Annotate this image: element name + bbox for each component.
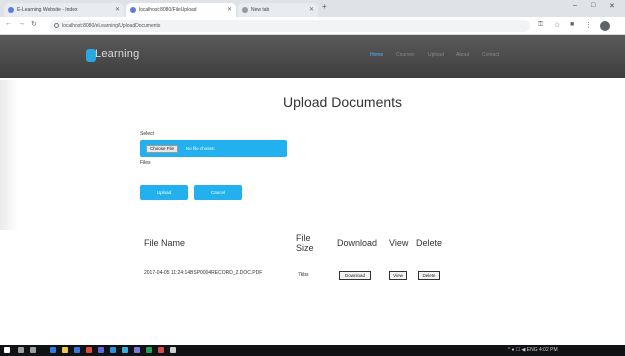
task-view-icon[interactable] [30, 347, 36, 353]
file-size-cell: 7kbs [298, 272, 309, 278]
screen: E-Learning Website - Index ✕ localhost:8… [0, 0, 625, 356]
app-icon[interactable] [110, 347, 116, 353]
star-icon[interactable]: ☆ [554, 21, 560, 29]
no-file-chosen-text: No file chosen [186, 146, 215, 151]
logo-text[interactable]: Learning [95, 48, 139, 60]
app-icon[interactable] [158, 347, 164, 353]
app-icon[interactable] [170, 347, 176, 353]
profile-avatar[interactable] [600, 21, 610, 31]
file-picker[interactable]: Choose File No file chosen [140, 140, 287, 157]
start-icon[interactable] [4, 347, 10, 353]
column-header-delete: Delete [416, 238, 443, 248]
folder-icon[interactable] [62, 347, 68, 353]
forward-button[interactable]: → [18, 20, 25, 27]
chrome-icon[interactable] [86, 347, 92, 353]
favicon-icon [242, 7, 248, 13]
browser-tab-active[interactable]: localhost:8080/FileUpload ✕ [126, 3, 236, 17]
nav-link-home[interactable]: Home [370, 52, 383, 58]
download-button[interactable]: Download [339, 271, 371, 280]
close-icon[interactable]: ✕ [227, 3, 232, 17]
site-header: Learning Home Courses Upload About Conta… [0, 35, 625, 78]
key-icon[interactable]: ⚿ [538, 21, 543, 29]
close-window-button[interactable]: ✕ [609, 2, 615, 10]
favicon-icon [130, 7, 136, 13]
address-bar[interactable]: localhost:8080/eLearning/UploadDocuments [50, 20, 530, 32]
store-icon[interactable] [74, 347, 80, 353]
files-label: Files [140, 160, 151, 166]
column-header-file-size: File Size [296, 233, 314, 253]
browser-tab[interactable]: E-Learning Website - Index ✕ [4, 3, 124, 17]
column-header-file-name: File Name [144, 238, 186, 248]
close-icon[interactable]: ✕ [115, 3, 120, 17]
reload-button[interactable]: ↻ [31, 20, 37, 28]
minimize-button[interactable]: – [573, 2, 577, 9]
view-button[interactable]: View [389, 271, 407, 280]
app-icon[interactable] [122, 347, 128, 353]
back-button[interactable]: ← [5, 20, 12, 27]
maximize-button[interactable]: □ [591, 2, 595, 9]
app-icon[interactable] [98, 347, 104, 353]
new-tab-button[interactable]: + [322, 2, 327, 11]
app-icon[interactable] [146, 347, 152, 353]
browser-tab-strip: E-Learning Website - Index ✕ localhost:8… [0, 0, 625, 17]
nav-link-upload[interactable]: Upload [428, 52, 444, 58]
close-icon[interactable]: ✕ [309, 3, 314, 17]
nav-link-contact[interactable]: Contact [482, 52, 499, 58]
taskbar: ^ ♦ ☐ ◀ ENG 4:02 PM [0, 345, 625, 356]
tab-title: localhost:8080/FileUpload [139, 7, 197, 13]
cancel-button[interactable]: Cancel [194, 185, 242, 200]
tab-title: New tab [251, 7, 270, 13]
nav-link-about[interactable]: About [456, 52, 469, 58]
column-header-view: View [389, 238, 409, 248]
search-icon[interactable] [18, 347, 24, 353]
nav-link-courses[interactable]: Courses [396, 52, 415, 58]
edge-icon[interactable] [50, 347, 56, 353]
tab-title: E-Learning Website - Index [17, 7, 78, 13]
upload-label: Select [140, 131, 154, 137]
page-title: Upload Documents [282, 94, 403, 110]
app-icon[interactable] [134, 347, 140, 353]
browser-toolbar: ← → ↻ localhost:8080/eLearning/UploadDoc… [0, 17, 625, 35]
file-name-cell: 2017-04-05 11:24:14BSP0004RECORD_2.DOC.P… [144, 270, 263, 276]
column-header-download: Download [337, 238, 378, 248]
choose-file-button[interactable]: Choose File [146, 145, 179, 153]
extension-icon[interactable]: ■ [570, 21, 574, 28]
menu-icon[interactable]: ⋮ [585, 21, 592, 29]
info-icon[interactable] [54, 23, 59, 28]
system-tray[interactable]: ^ ♦ ☐ ◀ ENG 4:02 PM [508, 347, 558, 353]
upload-button[interactable]: Upload [140, 185, 188, 200]
delete-button[interactable]: Delete [418, 271, 440, 280]
browser-tab[interactable]: New tab ✕ [238, 3, 318, 17]
address-text: localhost:8080/eLearning/UploadDocuments [62, 23, 161, 29]
favicon-icon [8, 7, 14, 13]
